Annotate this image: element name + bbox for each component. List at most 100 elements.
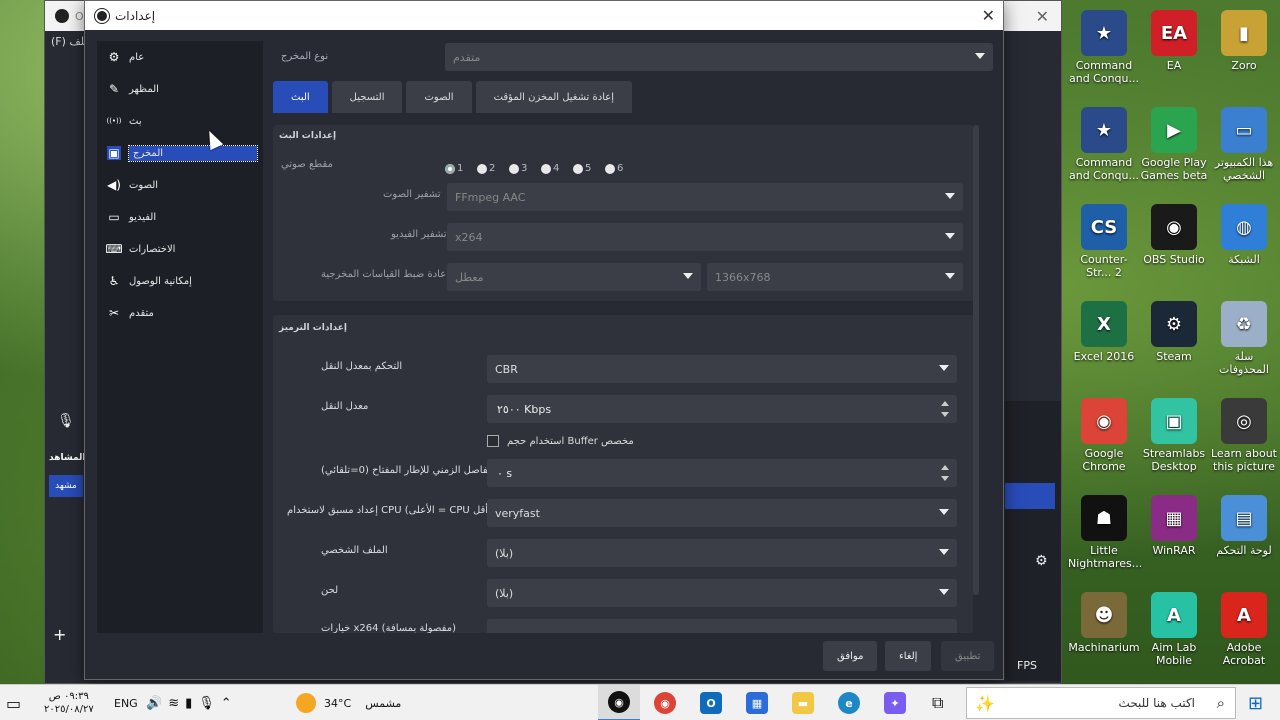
sidebar-item[interactable]: ✂ متقدم xyxy=(97,297,263,329)
sidebar-item[interactable]: ✎ المظهر xyxy=(97,73,263,105)
desktop-icon[interactable]: ▮ Zoro xyxy=(1208,10,1280,72)
desktop-icon[interactable]: ◍ الشبكة xyxy=(1208,204,1280,266)
desktop-icon[interactable]: CS Counter-Str... 2 xyxy=(1068,204,1140,279)
edge-icon: e xyxy=(838,692,860,714)
apply-button[interactable]: تطبيق xyxy=(941,641,995,671)
notification-icon[interactable]: ▭ xyxy=(6,685,21,720)
radio-dot[interactable] xyxy=(573,163,583,174)
mic-icon[interactable]: 🎙 xyxy=(49,413,83,435)
desktop-icon[interactable]: ▶ Google Play Games beta xyxy=(1138,107,1210,182)
search-box[interactable]: ✨ اكتب هنا للبحث ⌕ xyxy=(966,687,1236,719)
volume-icon[interactable]: 🔊 xyxy=(146,696,168,711)
radio-dot[interactable] xyxy=(445,163,455,174)
tray-icons[interactable]: 🔊 ≋ ▮ 🎙 ⌃ xyxy=(146,685,238,720)
spin-up-icon[interactable] xyxy=(941,401,949,406)
spin-up-icon[interactable] xyxy=(941,465,949,470)
ok-button[interactable]: موافق xyxy=(823,641,878,671)
desktop-icon[interactable]: ⚙ Steam xyxy=(1138,301,1210,363)
desktop-icon[interactable]: ▤ لوحة التحكم xyxy=(1208,495,1280,557)
desktop-icon[interactable]: EA EA xyxy=(1138,10,1210,72)
cpu-preset-value: veryfast xyxy=(495,506,540,520)
radio-dot[interactable] xyxy=(541,163,551,174)
sidebar-item[interactable]: ◀) الصوت xyxy=(97,169,263,201)
desktop-icon[interactable]: ◎ Learn about this picture xyxy=(1208,398,1280,473)
video-encoder-select[interactable]: x264 xyxy=(447,223,963,251)
desktop-icon[interactable]: ◉ OBS Studio xyxy=(1138,204,1210,266)
sidebar-item[interactable]: ((•)) بث xyxy=(97,105,263,137)
desktop-icon[interactable]: ▣ Streamlabs Desktop xyxy=(1138,398,1210,473)
desktop-icon[interactable]: ☻ Machinarium xyxy=(1068,592,1140,654)
chevron-up-icon[interactable]: ⌃ xyxy=(221,696,238,711)
tab-replay-buffer[interactable]: إعادة تشغيل المخزن المؤقت xyxy=(475,81,632,113)
taskbar-obs[interactable]: ◉ xyxy=(598,685,640,720)
settings-gear-icon[interactable]: ⚙ xyxy=(1035,553,1048,569)
rate-control-select[interactable]: CBR xyxy=(487,355,957,383)
scene-item[interactable]: مشهد xyxy=(49,475,83,497)
desktop-icon[interactable]: ▦ WinRAR xyxy=(1138,495,1210,557)
custom-buffer-checkbox[interactable] xyxy=(487,435,499,447)
sidebar-item[interactable]: ⌨ الاختصارات xyxy=(97,233,263,265)
appearance-icon: ✎ xyxy=(108,82,120,96)
audio-track-radio[interactable]: 1 xyxy=(445,163,463,174)
spin-down-icon[interactable] xyxy=(941,476,949,481)
battery-icon[interactable]: ▮ xyxy=(185,696,198,711)
audio-track-radio[interactable]: 3 xyxy=(509,163,527,174)
taskbar-chrome-1[interactable]: ◉ xyxy=(654,685,676,720)
radio-dot[interactable] xyxy=(477,163,487,174)
tune-select[interactable]: (بلا) xyxy=(487,579,957,607)
close-icon[interactable]: ✕ xyxy=(982,6,995,25)
audio-track-radio[interactable]: 2 xyxy=(477,163,495,174)
language-indicator[interactable]: ENG xyxy=(114,685,138,720)
keyframe-spinbox[interactable]: ٠ s xyxy=(487,459,957,487)
cpu-preset-select[interactable]: veryfast xyxy=(487,499,957,527)
desktop-icon[interactable]: ☗ Little Nightmares... xyxy=(1068,495,1142,570)
desktop-icon[interactable]: ♻ سلة المحذوفات xyxy=(1208,301,1280,376)
taskbar-outlook[interactable]: O xyxy=(700,685,722,720)
desktop-icon[interactable]: ◉ Google Chrome xyxy=(1068,398,1140,473)
weather-widget[interactable]: 34°C مشمس xyxy=(296,685,401,720)
bitrate-spinbox[interactable]: ٢٥٠٠ Kbps xyxy=(487,395,957,423)
sidebar-item[interactable]: ⚙ عام xyxy=(97,41,263,73)
sidebar-item[interactable]: ▣ المخرج xyxy=(97,137,263,169)
taskbar-explorer[interactable]: ▬ xyxy=(792,685,814,720)
wifi-icon[interactable]: ≋ xyxy=(168,696,185,711)
tab-audio[interactable]: الصوت xyxy=(406,81,472,113)
cancel-button[interactable]: إلغاء xyxy=(885,641,932,671)
task-view-icon[interactable]: ⧉ xyxy=(932,685,943,720)
desktop-icon[interactable]: ★ Command and Conqu... xyxy=(1068,10,1140,85)
tab-streaming[interactable]: البث xyxy=(273,81,328,113)
start-button[interactable]: ⊞ xyxy=(1248,685,1263,720)
audio-track-radio[interactable]: 6 xyxy=(605,163,623,174)
desktop-icon[interactable]: A Adobe Acrobat xyxy=(1208,592,1280,667)
taskbar-copilot[interactable]: ✦ xyxy=(884,685,906,720)
radio-dot[interactable] xyxy=(605,163,615,174)
output-mode-label: نوع المخرج xyxy=(281,51,329,62)
taskbar-edge[interactable]: e xyxy=(838,685,860,720)
audio-track-radio[interactable]: 4 xyxy=(541,163,559,174)
desktop-icon[interactable]: X Excel 2016 xyxy=(1068,301,1140,363)
output-mode-select[interactable]: متقدم xyxy=(445,43,993,71)
obs-close-icon[interactable]: ✕ xyxy=(1036,7,1049,26)
sidebar-item[interactable]: ▭ الفيديو xyxy=(97,201,263,233)
add-scene-icon[interactable]: + xyxy=(53,625,66,644)
start-streaming-button[interactable] xyxy=(1005,483,1055,509)
audio-encoder-select[interactable]: FFmpeg AAC xyxy=(447,183,963,211)
radio-dot[interactable] xyxy=(509,163,519,174)
sidebar-item[interactable]: ♿ إمكانية الوصول xyxy=(97,265,263,297)
profile-select[interactable]: (بلا) xyxy=(487,539,957,567)
taskbar-store[interactable]: ▦ xyxy=(746,685,768,720)
desktop-icon-label: Excel 2016 xyxy=(1073,350,1135,363)
spin-down-icon[interactable] xyxy=(941,412,949,417)
x264-options-input[interactable] xyxy=(487,619,957,633)
custom-buffer-checkbox-row[interactable]: استخدام حجم Buffer مخصص xyxy=(487,435,634,447)
rescale-resolution-select[interactable]: 1366x768 xyxy=(707,263,963,291)
audio-track-radio[interactable]: 5 xyxy=(573,163,591,174)
clock[interactable]: ٠٩:٣٩ ص ٢٠٢٥/٠٨/٢٧ xyxy=(44,685,94,720)
tab-recording[interactable]: التسجيل xyxy=(331,81,403,113)
desktop-icon[interactable]: A Aim Lab Mobile xyxy=(1138,592,1210,667)
content-scrollbar[interactable] xyxy=(973,125,979,595)
desktop-icon[interactable]: ▭ هذا الكمبيوتر الشخصي xyxy=(1208,107,1280,182)
rescale-mode-select[interactable]: معطل xyxy=(447,263,701,291)
mic-tray-icon[interactable]: 🎙 xyxy=(198,696,221,711)
desktop-icon[interactable]: ★ Command and Conqu... xyxy=(1068,107,1140,182)
